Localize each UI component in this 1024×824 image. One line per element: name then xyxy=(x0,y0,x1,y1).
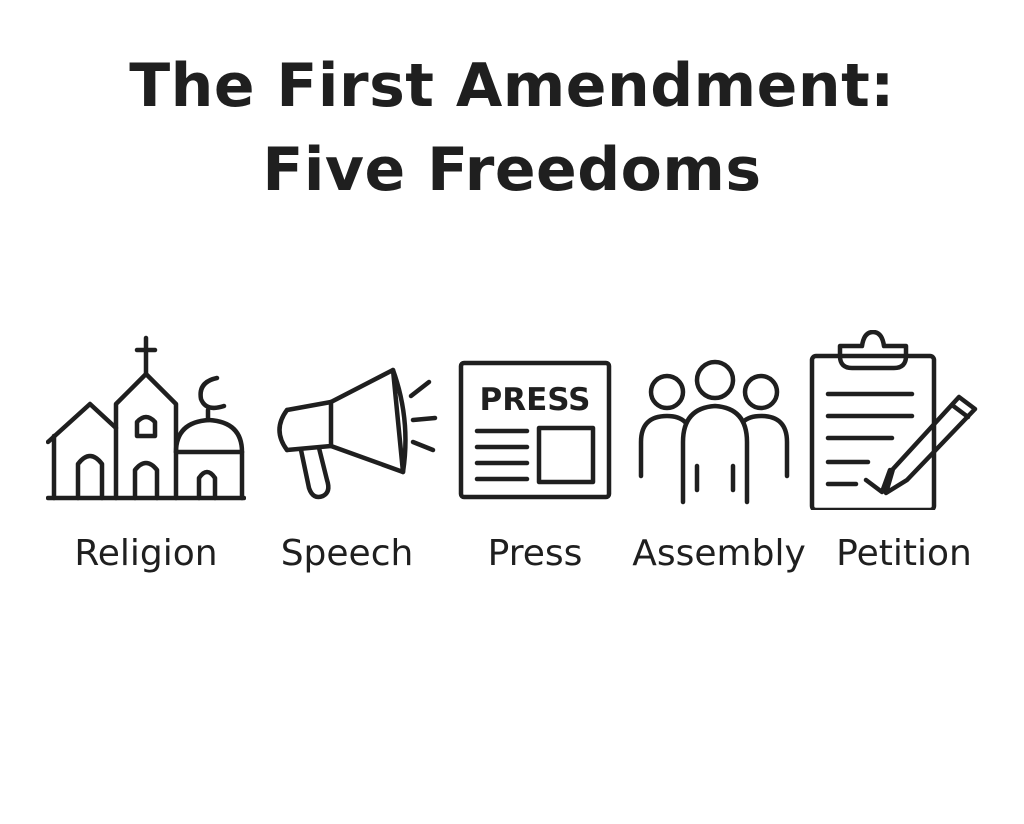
freedom-speech: Speech xyxy=(247,330,447,590)
freedom-label-press: Press xyxy=(487,533,583,574)
freedom-label-religion: Religion xyxy=(74,533,218,574)
page-title: The First Amendment: Five Freedoms xyxy=(0,44,1024,212)
freedom-label-assembly: Assembly xyxy=(632,533,806,574)
freedom-religion: Religion xyxy=(46,330,246,590)
houses-of-worship-icon xyxy=(46,335,246,501)
clipboard-pencil-icon xyxy=(809,330,978,510)
freedom-label-petition: Petition xyxy=(836,533,972,574)
title-line-1: The First Amendment: xyxy=(129,51,895,121)
freedoms-row: Religion Speech PRESS Press Assembly Pet… xyxy=(0,330,1024,590)
group-of-people-icon xyxy=(638,359,790,505)
freedom-assembly: Assembly xyxy=(619,330,819,590)
freedom-label-speech: Speech xyxy=(280,533,414,574)
title-line-2: Five Freedoms xyxy=(262,135,762,205)
megaphone-icon xyxy=(277,367,438,500)
freedom-press: PRESS Press xyxy=(435,330,635,590)
newspaper-icon: PRESS xyxy=(458,360,612,500)
freedom-petition: Petition xyxy=(804,330,1004,590)
press-masthead-text: PRESS xyxy=(479,382,590,418)
